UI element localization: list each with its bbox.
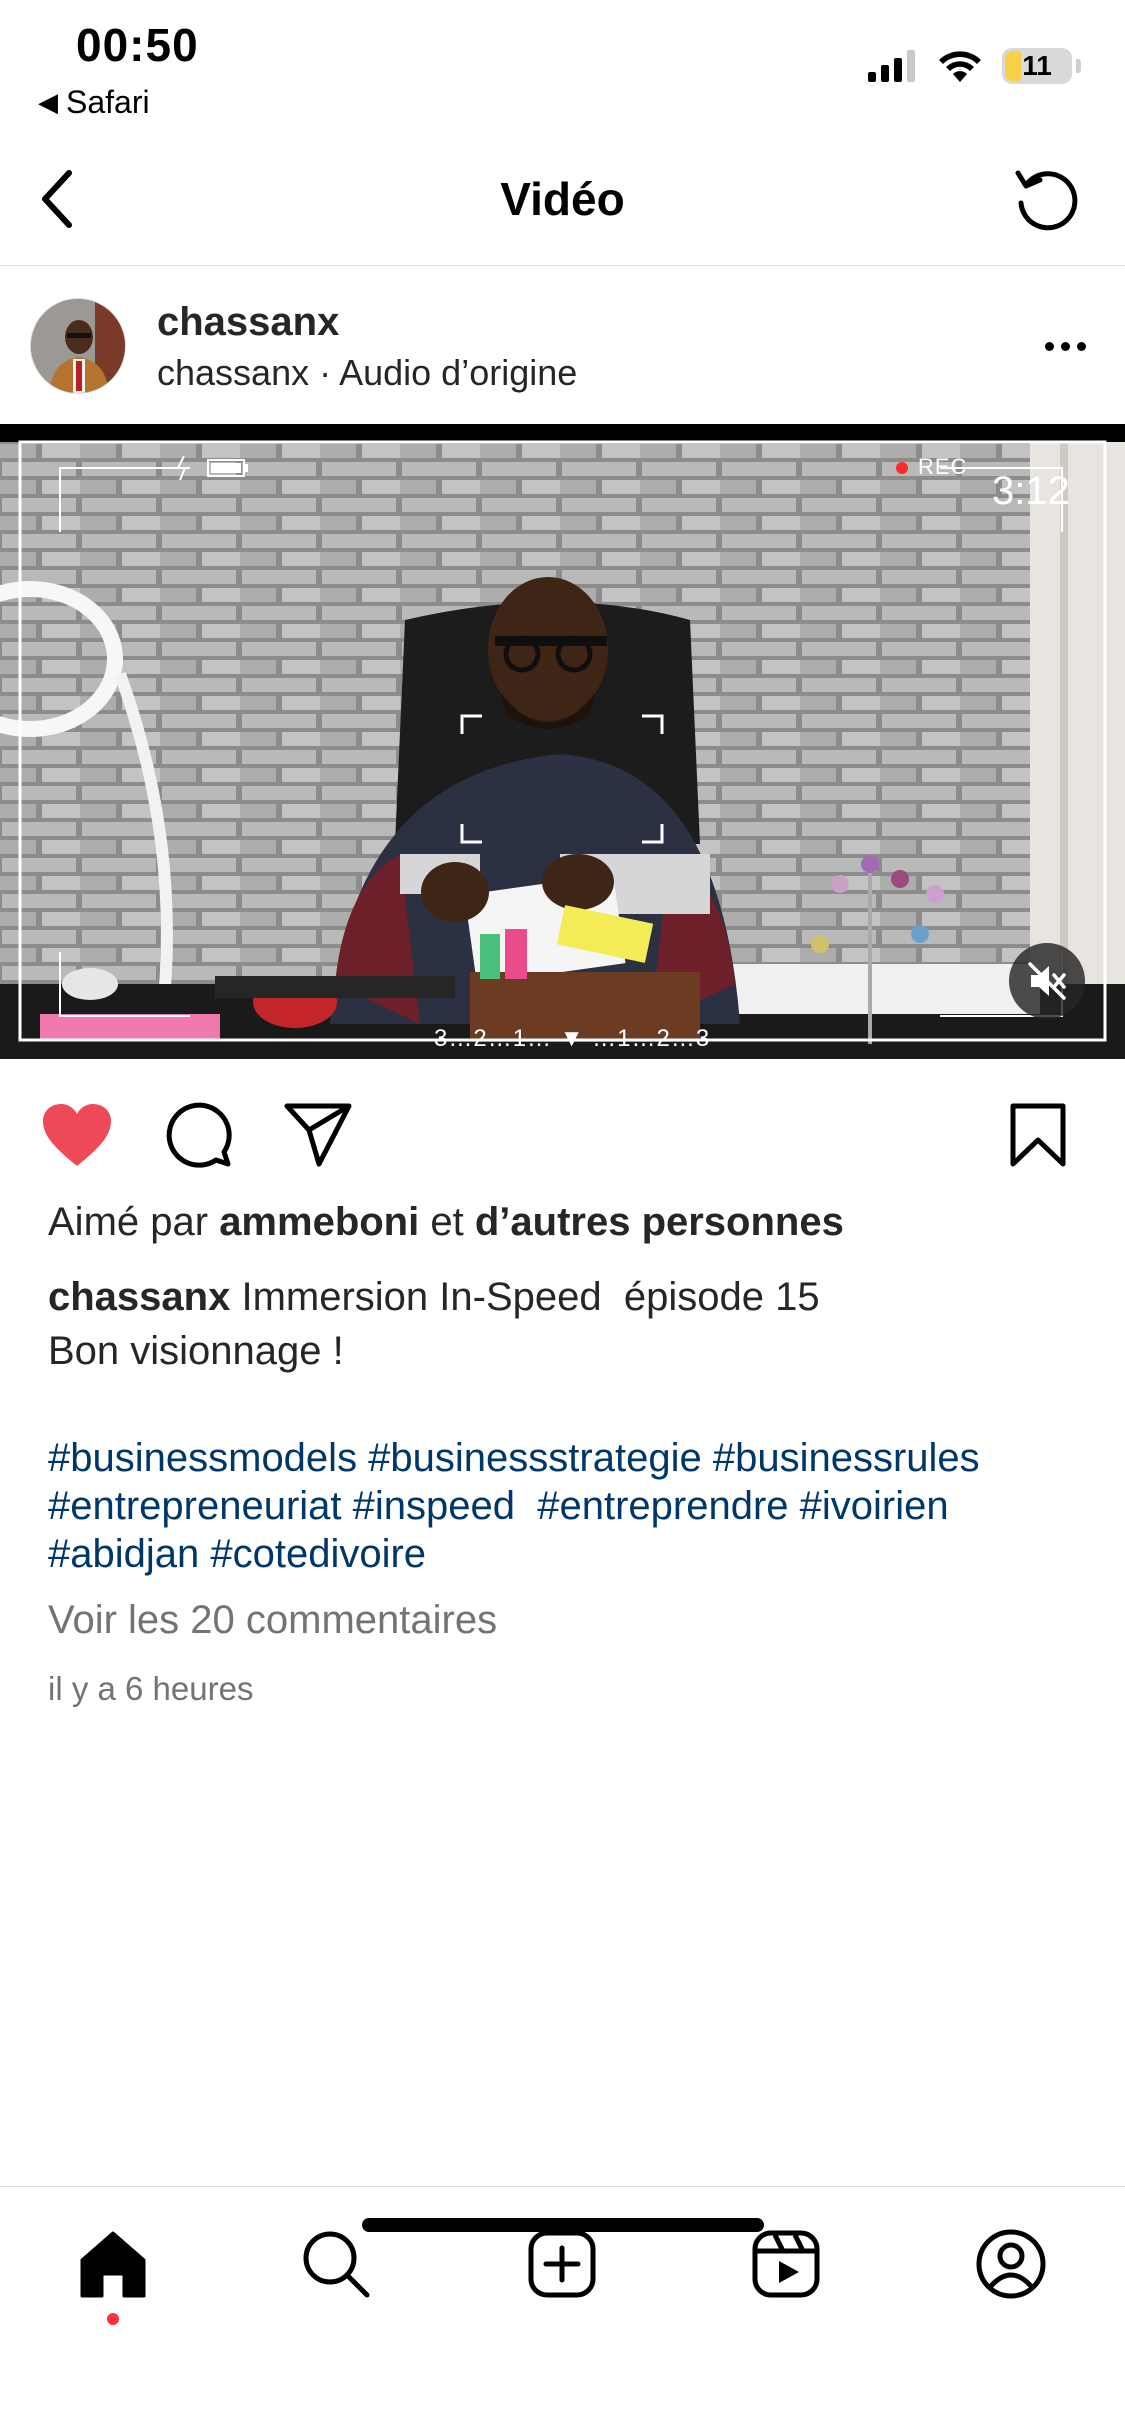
status-indicators: 11	[868, 48, 1081, 84]
create-icon	[528, 2230, 596, 2298]
back-app-label: Safari	[66, 84, 150, 120]
page-title: Vidéo	[500, 173, 625, 225]
hashtags-line1[interactable]: #businessmodels #businessstrategie #busi…	[48, 1434, 1108, 1482]
profile-icon	[976, 2229, 1046, 2299]
video-player[interactable]: REC 3:12 3…2…1… ▼ …1…2…3	[0, 424, 1125, 1059]
back-to-app-link[interactable]: ◀ Safari	[38, 84, 150, 121]
heart-filled-icon	[43, 1104, 111, 1166]
avatar[interactable]	[30, 298, 126, 394]
hashtags-block: #businessmodels #businessstrategie #busi…	[48, 1434, 1108, 1578]
post-header: chassanx chassanx · Audio d’origine	[0, 266, 1125, 424]
save-button[interactable]	[1000, 1097, 1076, 1173]
wifi-icon	[939, 51, 981, 82]
post-username[interactable]: chassanx	[157, 300, 339, 345]
post-action-bar	[0, 1059, 1125, 1199]
home-icon	[80, 2231, 146, 2298]
search-icon	[303, 2231, 370, 2298]
mute-toggle-button[interactable]	[1009, 943, 1085, 1019]
dot	[1060, 341, 1070, 351]
bookmark-icon	[1010, 1103, 1066, 1167]
tab-home[interactable]	[68, 2219, 158, 2309]
status-bar: 00:50 ◀ Safari 11	[0, 0, 1125, 130]
speaker-muted-icon	[1028, 962, 1066, 1000]
hashtags-line3[interactable]: #abidjan #cotedivoire	[48, 1530, 1108, 1578]
hashtags-line2[interactable]: #entrepreneuriat #inspeed #entreprendre …	[48, 1482, 1108, 1530]
likes-summary[interactable]: Aimé par ammeboni et d’autres personnes	[48, 1200, 844, 1245]
video-frame	[0, 440, 1125, 1059]
likes-connector: et	[430, 1200, 464, 1244]
dot	[1076, 341, 1086, 351]
tab-search[interactable]	[291, 2219, 381, 2309]
rec-timecode: 3:12	[992, 469, 1070, 513]
cellular-signal-icon	[868, 50, 915, 82]
likes-prefix: Aimé par	[48, 1200, 209, 1244]
refresh-icon	[1015, 170, 1078, 231]
home-indicator	[362, 2218, 764, 2232]
refresh-button[interactable]	[1009, 160, 1085, 236]
tab-reels[interactable]	[741, 2219, 831, 2309]
view-comments-link[interactable]: Voir les 20 commentaires	[48, 1598, 497, 1643]
back-triangle-icon: ◀	[38, 87, 58, 117]
caption-line1: Immersion In-Speed épisode 15	[241, 1275, 820, 1319]
likes-user[interactable]: ammeboni	[219, 1200, 419, 1244]
post-audio-subline[interactable]: chassanx · Audio d’origine	[157, 352, 577, 394]
comment-icon	[166, 1102, 232, 1168]
tab-create[interactable]	[517, 2219, 607, 2309]
like-button[interactable]	[39, 1097, 115, 1173]
rec-label: REC	[918, 454, 968, 479]
caption-author[interactable]: chassanx	[48, 1275, 230, 1319]
tab-profile[interactable]	[966, 2219, 1056, 2309]
exposure-ruler: 3…2…1… ▼ …1…2…3	[434, 1025, 711, 1052]
home-notification-dot	[107, 2313, 119, 2325]
battery-nub	[1076, 59, 1081, 73]
avatar-image	[31, 299, 125, 393]
caption-line2: Bon visionnage !	[48, 1329, 344, 1373]
likes-others[interactable]: d’autres personnes	[475, 1200, 844, 1244]
battery-level: 11	[1022, 50, 1052, 81]
battery-indicator: 11	[1002, 48, 1072, 84]
reels-icon	[752, 2230, 820, 2298]
share-button[interactable]	[280, 1097, 356, 1173]
post-timestamp: il y a 6 heures	[48, 1670, 254, 1707]
nav-bar: Vidéo	[0, 130, 1125, 266]
comment-button[interactable]	[161, 1097, 237, 1173]
more-options-button[interactable]	[1035, 316, 1095, 376]
dot	[1044, 341, 1054, 351]
status-time: 00:50	[76, 19, 199, 71]
paper-plane-icon	[284, 1103, 352, 1167]
post-caption: chassanx Immersion In-Speed épisode 15 B…	[48, 1270, 1088, 1378]
